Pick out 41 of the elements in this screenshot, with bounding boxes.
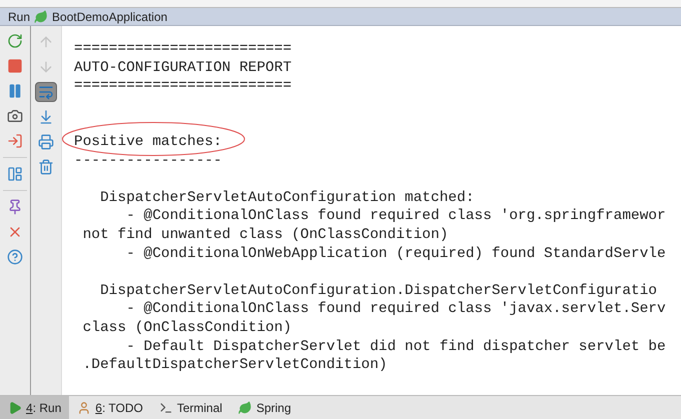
tool-window-tab[interactable]: 4: Run	[0, 396, 70, 419]
camera-button[interactable]	[5, 107, 25, 125]
console-line: -----------------	[74, 152, 222, 169]
camera-icon	[7, 108, 23, 124]
soft-wrap-button[interactable]	[35, 82, 57, 102]
console-line: - Default DispatcherServlet did not find dispatcher servlet be	[125, 338, 666, 354]
console-line: class (OnClassCondition)	[82, 320, 292, 336]
console-line: - @ConditionalOnClass found required class 'org.springframewor	[125, 208, 666, 224]
run-icon	[8, 400, 22, 414]
leaf-icon	[238, 400, 252, 414]
console-line: DispatcherServletAutoConfiguration.DispatcherServletConfiguratio	[99, 282, 657, 299]
layout-icon	[7, 166, 23, 182]
rerun-icon	[7, 33, 23, 49]
scroll-to-end-icon	[38, 109, 54, 125]
console-line: .DefaultDispatcherServletCondition)	[82, 357, 388, 374]
panel-title: Run	[8, 8, 30, 26]
console-line: =========================	[74, 78, 292, 94]
console-line: =========================	[74, 41, 292, 57]
print-icon	[38, 134, 54, 150]
pin-icon	[7, 199, 23, 215]
tool-window-tab[interactable]: Terminal	[150, 396, 230, 419]
help-icon	[7, 249, 23, 265]
tool-window-tab[interactable]: Spring	[230, 396, 300, 419]
help-button[interactable]	[5, 248, 25, 266]
soft-wrap-icon	[38, 84, 54, 100]
console-line: DispatcherServletAutoConfiguration matched:	[99, 190, 474, 206]
exit-icon	[7, 133, 23, 149]
down-arrow-icon	[38, 59, 54, 75]
trash-icon	[38, 159, 54, 175]
console-line: - @ConditionalOnWebApplication (required) found StandardServle	[125, 246, 666, 262]
stop-icon	[7, 58, 23, 74]
terminal-icon	[158, 400, 173, 414]
todo-icon	[77, 400, 92, 414]
console-line: Positive matches:	[74, 134, 222, 150]
pause-icon	[7, 83, 23, 99]
console-line: not find unwanted class (OnClassCondition)	[82, 226, 448, 243]
console-line: AUTO-CONFIGURATION REPORT	[74, 60, 292, 76]
run-config-name: BootDemoApplication	[52, 8, 168, 26]
console-line: - @ConditionalOnClass found required class 'javax.servlet.Serv	[125, 301, 666, 318]
tool-window-tab[interactable]: 6: TODO	[69, 396, 151, 419]
leaf-icon	[34, 10, 48, 24]
